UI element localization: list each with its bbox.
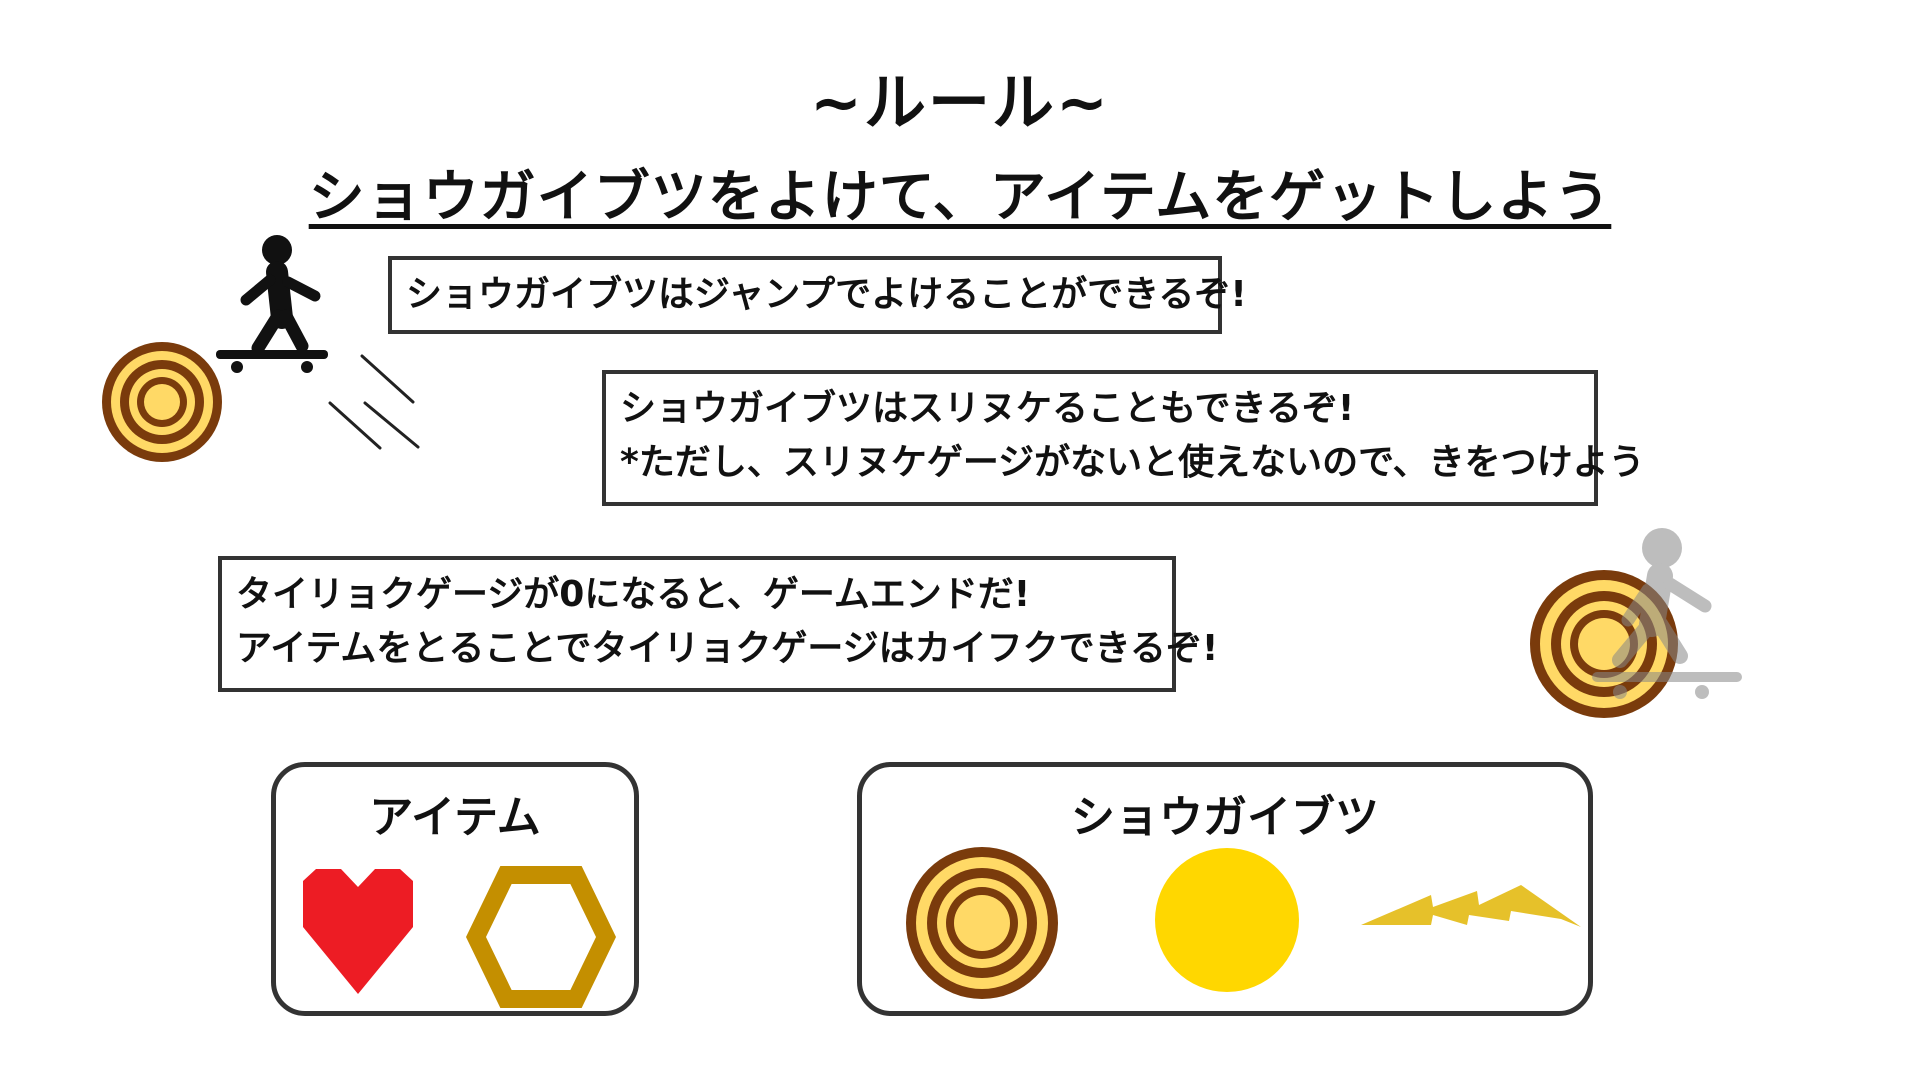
obstacles-panel-title: ショウガイブツ	[1071, 792, 1379, 843]
rule-jump-text: ショウガイブツはジャンプでよけることができるぞ!	[406, 274, 1247, 315]
rule-pass-through-line-1: ショウガイブツはスリヌケることもできるぞ!	[620, 388, 1355, 429]
jumping-skater-icon	[102, 235, 420, 462]
skater-figure	[216, 235, 328, 373]
items-panel-title: アイテム	[369, 792, 541, 843]
hexagon-icon	[466, 866, 616, 1008]
subtitle-text: ショウガイブツをよけて、アイテムをゲットしよう	[308, 165, 1612, 230]
rule-jump-box: ショウガイブツはジャンプでよけることができるぞ!	[388, 256, 1247, 334]
heart-icon	[303, 869, 413, 994]
log-icon	[102, 342, 222, 462]
page-title: ~ルール~	[810, 66, 1110, 139]
lightning-icon	[1361, 885, 1581, 927]
sun-orb-icon	[1155, 848, 1299, 992]
rule-stamina-line-2: アイテムをとることでタイリョクゲージはカイフクできるぞ!	[236, 628, 1219, 669]
pass-through-skater-icon	[1530, 528, 1742, 718]
log-icon	[906, 847, 1058, 999]
rule-stamina-box: タイリョクゲージが0になると、ゲームエンドだ! アイテムをとることでタイリョクゲ…	[218, 556, 1219, 692]
rule-pass-through-box: ショウガイブツはスリヌケることもできるぞ! *ただし、スリヌケゲージがないと使え…	[602, 370, 1645, 506]
rule-stamina-line-1: タイリョクゲージが0になると、ゲームエンドだ!	[236, 574, 1031, 615]
items-panel: アイテム	[271, 762, 639, 1016]
page-subtitle: ショウガイブツをよけて、アイテムをゲットしよう	[0, 152, 1920, 233]
speed-lines	[328, 354, 420, 450]
rule-pass-through-line-2: *ただし、スリヌケゲージがないと使えないので、きをつけよう	[620, 442, 1645, 483]
obstacles-panel: ショウガイブツ	[857, 762, 1593, 1016]
